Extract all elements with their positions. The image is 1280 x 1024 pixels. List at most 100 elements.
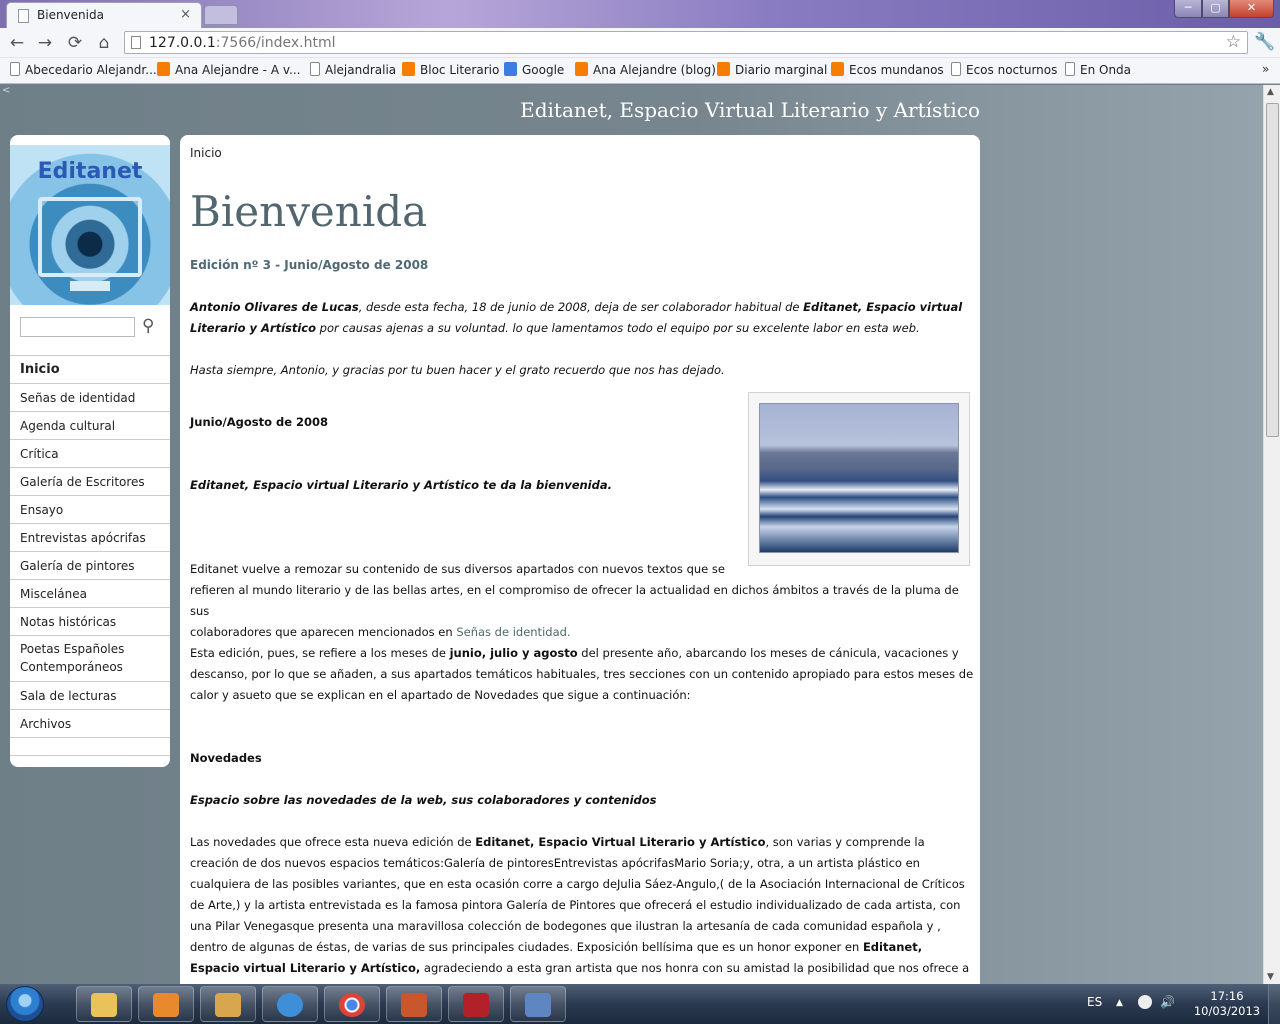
language-indicator[interactable]: ES <box>1087 995 1102 1009</box>
clock[interactable]: 17:16 10/03/2013 <box>1191 989 1263 1019</box>
new-tab-button[interactable] <box>204 5 238 25</box>
ie-taskbar-button[interactable] <box>262 986 318 1022</box>
reload-icon[interactable]: ⟳ <box>63 32 87 54</box>
bookmark-item[interactable]: Abecedario Alejandr... <box>10 62 157 80</box>
address-bar[interactable]: 127.0.0.1:7566/index.html ☆ <box>124 31 1248 54</box>
bookmarks-bar: Abecedario Alejandr... Ana Alejandre - A… <box>0 58 1280 84</box>
bookmark-item[interactable]: Ecos mundanos <box>831 62 944 80</box>
app-taskbar-button[interactable] <box>386 986 442 1022</box>
url-text: 127.0.0.1:7566/index.html <box>149 35 336 51</box>
blogger-icon <box>717 62 730 76</box>
page-icon <box>18 9 29 23</box>
scroll-thumb[interactable] <box>1266 103 1279 437</box>
sidebar-item-galeria-de-escritores[interactable]: Galería de Escritores <box>10 468 170 496</box>
sidebar-item-entrevistas-apocrifas[interactable]: Entrevistas apócrifas <box>10 524 170 552</box>
chrome-icon <box>339 993 365 1017</box>
bookmark-item[interactable]: Diario marginal <box>717 62 827 80</box>
bookmark-item[interactable]: Bloc Literario <box>402 62 499 80</box>
sidebar-item-ensayo[interactable]: Ensayo <box>10 496 170 524</box>
senas-de-identidad-link[interactable]: Señas de identidad. <box>456 625 570 639</box>
blogger-icon <box>575 62 588 76</box>
network-icon[interactable] <box>1138 995 1152 1009</box>
farewell-paragraph: Antonio Olivares de Lucas, desde esta fe… <box>190 300 963 335</box>
page-viewport: < Editanet, Espacio Virtual Literario y … <box>0 85 1263 984</box>
explorer-taskbar-button[interactable] <box>76 986 132 1022</box>
search-icon[interactable]: ⚲ <box>142 316 154 336</box>
page-scrollbar[interactable]: ▲ ▼ <box>1263 85 1280 984</box>
sidebar-item-archivos[interactable]: Archivos <box>10 710 170 738</box>
bookmark-item[interactable]: En Onda <box>1065 62 1131 80</box>
sidebar-item-galeria-de-pintores[interactable]: Galería de pintores <box>10 552 170 580</box>
media-taskbar-button[interactable] <box>138 986 194 1022</box>
news-subheading: Espacio sobre las novedades de la web, s… <box>190 793 657 807</box>
scroll-down-icon[interactable]: ▼ <box>1267 972 1274 982</box>
bookmark-item[interactable]: Ecos nocturnos <box>951 62 1057 80</box>
sidebar-menu: Inicio Señas de identidad Agenda cultura… <box>10 355 170 756</box>
monitor-stand <box>70 281 110 291</box>
app-taskbar-button[interactable] <box>510 986 566 1022</box>
app-taskbar-button[interactable] <box>448 986 504 1022</box>
sidebar-item-senas-de-identidad[interactable]: Señas de identidad <box>10 384 170 412</box>
app-icon <box>463 993 489 1017</box>
sea-image-frame <box>748 392 970 566</box>
scroll-up-icon[interactable]: ▲ <box>1267 87 1274 97</box>
monitor-eye-icon <box>38 197 142 277</box>
bookmark-star-icon[interactable]: ☆ <box>1226 32 1241 52</box>
corner-mark: < <box>2 85 11 96</box>
more-bookmarks-icon[interactable]: » <box>1262 62 1269 76</box>
close-tab-icon[interactable]: × <box>180 7 191 22</box>
close-window-button[interactable]: ✕ <box>1229 0 1274 18</box>
sidebar: Editanet ⚲ Inicio Señas de identidad Age… <box>10 135 170 767</box>
bookmark-item[interactable]: Alejandralia <box>310 62 396 80</box>
start-button[interactable] <box>6 986 44 1022</box>
tab-title: Bienvenida <box>37 8 104 22</box>
page-icon <box>10 62 20 76</box>
site-title: Editanet, Espacio Virtual Literario y Ar… <box>520 98 980 122</box>
sidebar-item-poetas-espanoles[interactable]: Poetas Españoles Contemporáneos <box>10 636 170 682</box>
sidebar-item-agenda-cultural[interactable]: Agenda cultural <box>10 412 170 440</box>
media-player-icon <box>153 993 179 1017</box>
page-title: Bienvenida <box>190 187 428 236</box>
news-heading: Novedades <box>190 751 262 765</box>
folder-icon <box>91 993 117 1017</box>
google-icon <box>504 62 517 76</box>
farewell-closing: Hasta siempre, Antonio, y gracias por tu… <box>190 363 725 377</box>
sidebar-item-notas-historicas[interactable]: Notas históricas <box>10 608 170 636</box>
bookmark-item[interactable]: Google <box>504 62 564 80</box>
logo-text: Editanet <box>37 159 143 184</box>
breadcrumb[interactable]: Inicio <box>190 146 222 160</box>
editanet-logo: Editanet <box>10 145 170 305</box>
page-icon <box>951 62 961 76</box>
browser-tabstrip: Bienvenida × ─ ▢ ✕ <box>0 0 1280 28</box>
sea-image <box>759 403 959 553</box>
maximize-button[interactable]: ▢ <box>1202 0 1229 18</box>
minimize-button[interactable]: ─ <box>1174 0 1202 18</box>
sidebar-item-sala-de-lecturas[interactable]: Sala de lecturas <box>10 682 170 710</box>
blogger-icon <box>157 62 170 76</box>
edition-subtitle: Edición nº 3 - Junio/Agosto de 2008 <box>190 258 429 272</box>
app-icon <box>525 993 551 1017</box>
show-desktop-button[interactable] <box>1268 984 1280 1024</box>
internet-explorer-icon <box>277 993 303 1017</box>
show-hidden-icons[interactable]: ▲ <box>1116 998 1123 1008</box>
edition-paragraph: Esta edición, pues, se refiere a los mes… <box>190 646 974 702</box>
wrench-icon[interactable]: 🔧 <box>1254 32 1275 52</box>
blogger-icon <box>402 62 415 76</box>
sidebar-item-miscelanea[interactable]: Miscelánea <box>10 580 170 608</box>
sidebar-item-critica[interactable]: Crítica <box>10 440 170 468</box>
forward-icon[interactable]: → <box>33 32 57 54</box>
back-icon[interactable]: ← <box>5 32 29 54</box>
main-content: Inicio Bienvenida Edición nº 3 - Junio/A… <box>180 135 980 984</box>
welcome-line: Editanet, Espacio virtual Literario y Ar… <box>190 478 612 492</box>
speaker-icon[interactable]: 🔊 <box>1160 995 1175 1009</box>
bookmark-item[interactable]: Ana Alejandre - A v... <box>157 62 300 80</box>
chrome-taskbar-button[interactable] <box>324 986 380 1022</box>
home-icon[interactable]: ⌂ <box>92 32 116 54</box>
page-icon <box>131 36 141 49</box>
bookmark-item[interactable]: Ana Alejandre (blog) <box>575 62 716 80</box>
sidebar-item-inicio[interactable]: Inicio <box>10 356 170 384</box>
app-icon <box>215 993 241 1017</box>
search-input[interactable] <box>20 317 135 337</box>
app-taskbar-button[interactable] <box>200 986 256 1022</box>
tab-bienvenida[interactable]: Bienvenida × <box>6 2 202 28</box>
